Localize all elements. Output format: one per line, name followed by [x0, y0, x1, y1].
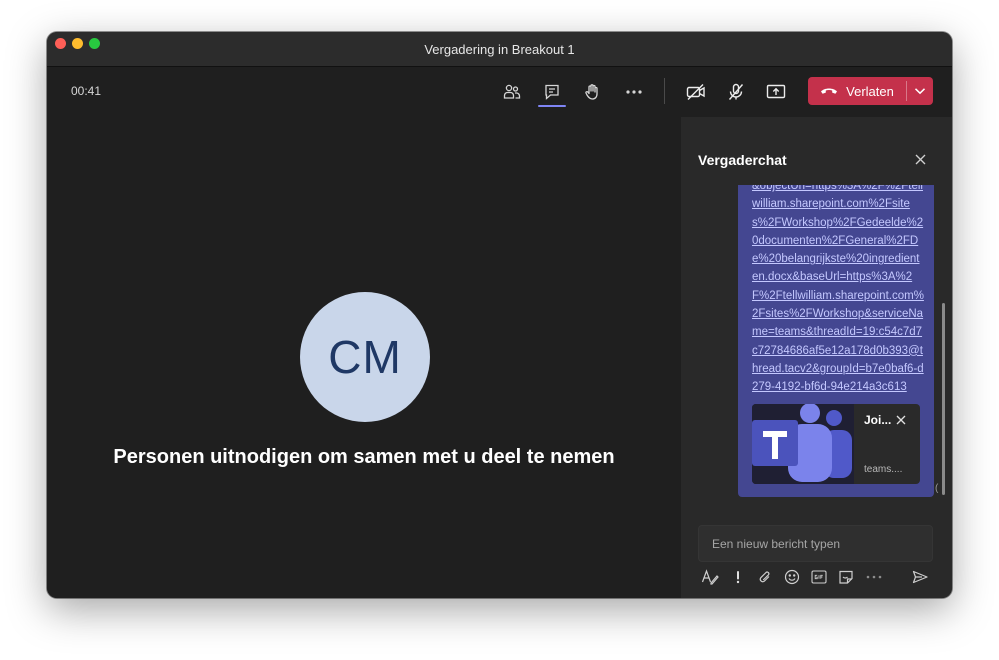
close-icon [896, 415, 906, 425]
chat-panel-title: Vergaderchat [698, 152, 787, 168]
close-chat-button[interactable] [912, 151, 928, 167]
chat-scrollbar[interactable] [942, 303, 945, 495]
phone-hangup-icon [821, 88, 838, 94]
chat-active-indicator [538, 105, 566, 107]
more-icon [866, 575, 882, 579]
send-icon [912, 570, 928, 584]
leave-button[interactable]: Verlaten [808, 77, 933, 105]
leave-options-dropdown[interactable] [907, 77, 933, 105]
chat-button[interactable] [539, 79, 565, 105]
edge-mark: ( [935, 483, 939, 494]
share-screen-button[interactable] [763, 79, 789, 105]
meeting-window: Vergadering in Breakout 1 00:41 Verlaten… [47, 32, 952, 598]
teams-logo-icon [752, 404, 854, 484]
more-icon [626, 90, 642, 94]
meeting-chat-panel: Vergaderchat &objectUrl=https%3A%2F%2Fte… [681, 117, 952, 598]
message-link[interactable]: &objectUrl=https%3A%2F%2Ftellwilliam.sha… [752, 185, 924, 397]
avatar-initials: CM [328, 331, 402, 383]
message-composer[interactable] [698, 525, 933, 562]
chevron-down-icon [914, 88, 926, 95]
send-button[interactable] [910, 567, 930, 587]
avatar: CM [300, 292, 430, 422]
meeting-toolbar: 00:41 Verlaten [47, 67, 952, 117]
remove-preview-button[interactable] [894, 413, 908, 427]
more-options-button[interactable] [621, 79, 647, 105]
preview-card-subtitle: teams.... [864, 464, 903, 475]
message-input[interactable] [699, 526, 932, 561]
title-bar: Vergadering in Breakout 1 [47, 32, 952, 67]
leave-main-button[interactable]: Verlaten [808, 77, 906, 105]
meeting-timer: 00:41 [71, 84, 102, 98]
sticker-icon [839, 570, 853, 584]
format-icon [701, 569, 719, 585]
gif-button[interactable] [809, 567, 829, 587]
preview-card-title: Joi... [864, 413, 892, 427]
exclamation-icon [736, 571, 740, 584]
important-button[interactable] [728, 567, 748, 587]
teams-logo-image [752, 404, 854, 484]
raise-hand-button[interactable] [580, 79, 606, 105]
invite-people-text[interactable]: Personen uitnodigen om samen met u deel … [47, 446, 681, 469]
toolbar-divider [664, 78, 665, 104]
emoji-button[interactable] [782, 567, 802, 587]
attach-button[interactable] [755, 567, 775, 587]
camera-off-icon [686, 84, 705, 100]
window-title: Vergadering in Breakout 1 [424, 42, 575, 57]
share-screen-icon [766, 84, 786, 99]
gif-icon [811, 570, 827, 584]
people-icon [503, 84, 521, 99]
format-button[interactable] [700, 567, 720, 587]
people-button[interactable] [499, 79, 525, 105]
sticker-button[interactable] [836, 567, 856, 587]
chat-message-bubble: &objectUrl=https%3A%2F%2Ftellwilliam.sha… [738, 185, 934, 497]
mic-off-icon [728, 83, 744, 100]
close-icon [915, 154, 925, 164]
leave-label: Verlaten [846, 83, 894, 99]
camera-toggle-button[interactable] [683, 79, 709, 105]
emoji-icon [784, 569, 800, 585]
raise-hand-icon [585, 84, 598, 100]
paperclip-icon [759, 571, 770, 583]
more-compose-options-button[interactable] [864, 567, 884, 587]
link-preview-card[interactable]: Joi... teams.... [752, 404, 920, 484]
chat-icon [545, 84, 559, 100]
video-stage: CM Personen uitnodigen om samen met u de… [47, 117, 681, 598]
mic-toggle-button[interactable] [723, 79, 749, 105]
